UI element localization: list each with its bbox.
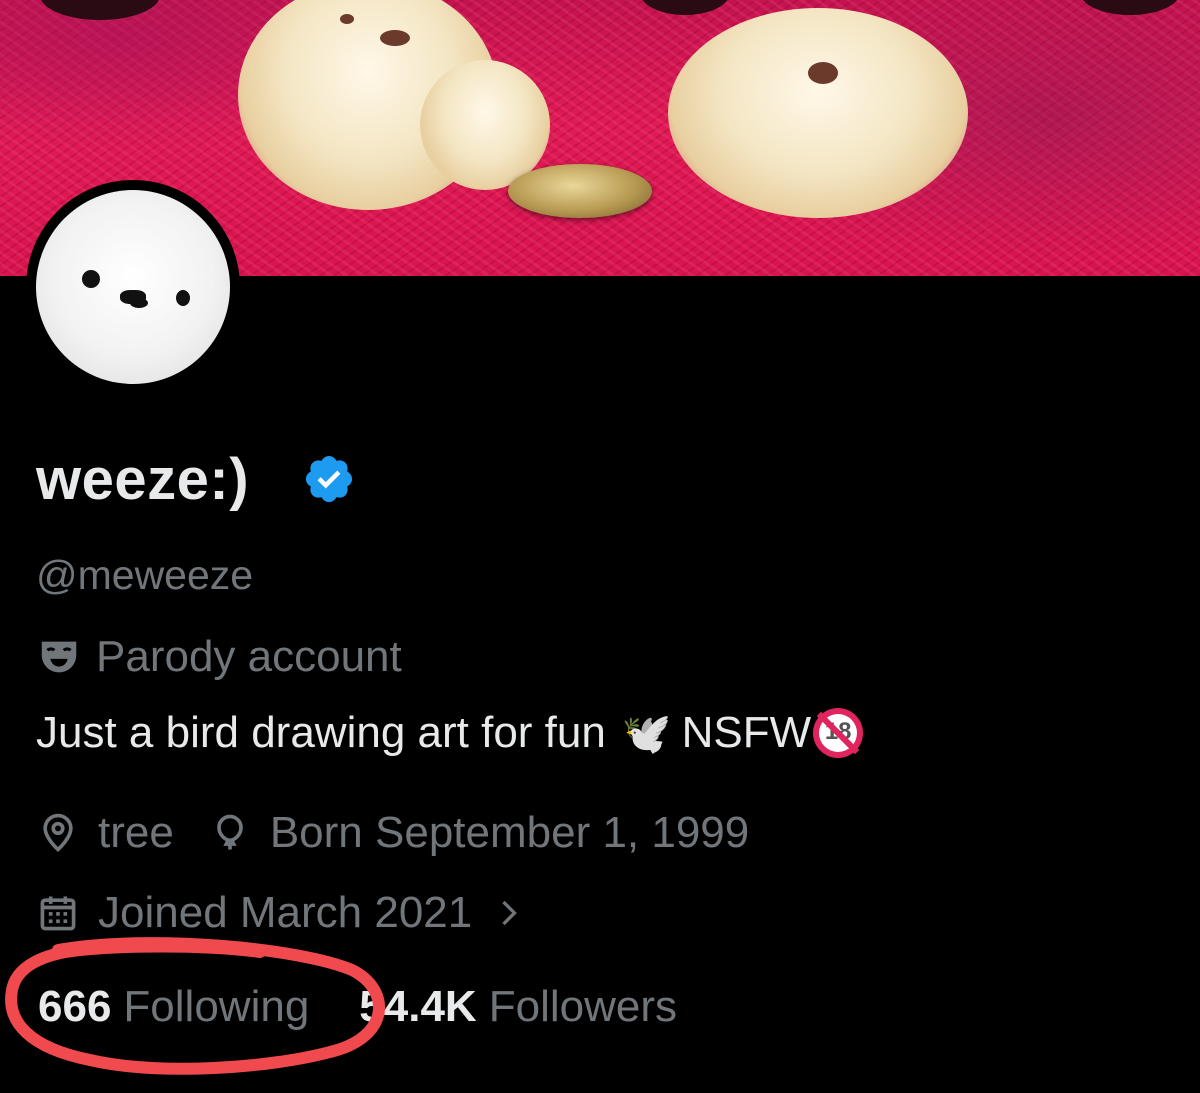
banner-shadow <box>640 0 730 15</box>
following-label: Following <box>123 982 310 1031</box>
bio-text: Just a bird drawing art for fun <box>36 708 606 757</box>
following-link[interactable]: 666 Following <box>38 982 309 1032</box>
under-18-icon: 18 <box>813 708 864 758</box>
avatar-eye-left <box>82 270 100 288</box>
user-handle: @meweeze <box>36 552 254 598</box>
birthday-text: Born September 1, 1999 <box>269 808 750 857</box>
dove-icon: 🕊️ <box>621 710 672 757</box>
bio: Just a bird drawing art for fun 🕊️ NSFW … <box>36 708 864 758</box>
balloon-icon <box>216 814 243 850</box>
calendar-icon <box>40 896 76 931</box>
banner-shadow <box>40 0 160 20</box>
avatar-beak-tip <box>130 298 148 308</box>
followers-label: Followers <box>488 982 677 1031</box>
avatar-image <box>36 190 230 384</box>
bio-suffix: NSFW <box>681 708 812 757</box>
followers-link[interactable]: 54.4K Followers <box>359 982 677 1032</box>
joined-text: Joined March 2021 <box>98 888 473 937</box>
banner-shadow <box>1080 0 1180 15</box>
location-text: tree <box>98 808 174 857</box>
parody-label-row[interactable]: Parody account <box>36 630 402 684</box>
avatar-eye-right <box>176 290 190 306</box>
chick-left-eye <box>340 14 354 24</box>
following-count: 666 <box>38 982 112 1031</box>
coin <box>508 164 652 218</box>
follow-stats: 666 Following 54.4K Followers <box>38 982 677 1032</box>
avatar[interactable] <box>26 180 240 394</box>
location-pin-icon <box>43 813 73 852</box>
parody-label: Parody account <box>96 632 402 681</box>
chick-left-beak <box>380 30 410 46</box>
display-name: weeze:) <box>36 447 250 512</box>
chevron-right-icon[interactable] <box>494 891 524 935</box>
chick-right <box>668 8 968 218</box>
theater-mask-icon <box>41 641 77 673</box>
verified-badge-icon[interactable] <box>302 452 356 506</box>
joined-row[interactable]: Joined March 2021 <box>36 888 524 938</box>
followers-count: 54.4K <box>359 982 477 1031</box>
location-birthday-row: tree Born September 1, 1999 <box>36 808 749 858</box>
chick-right-beak <box>808 62 838 84</box>
